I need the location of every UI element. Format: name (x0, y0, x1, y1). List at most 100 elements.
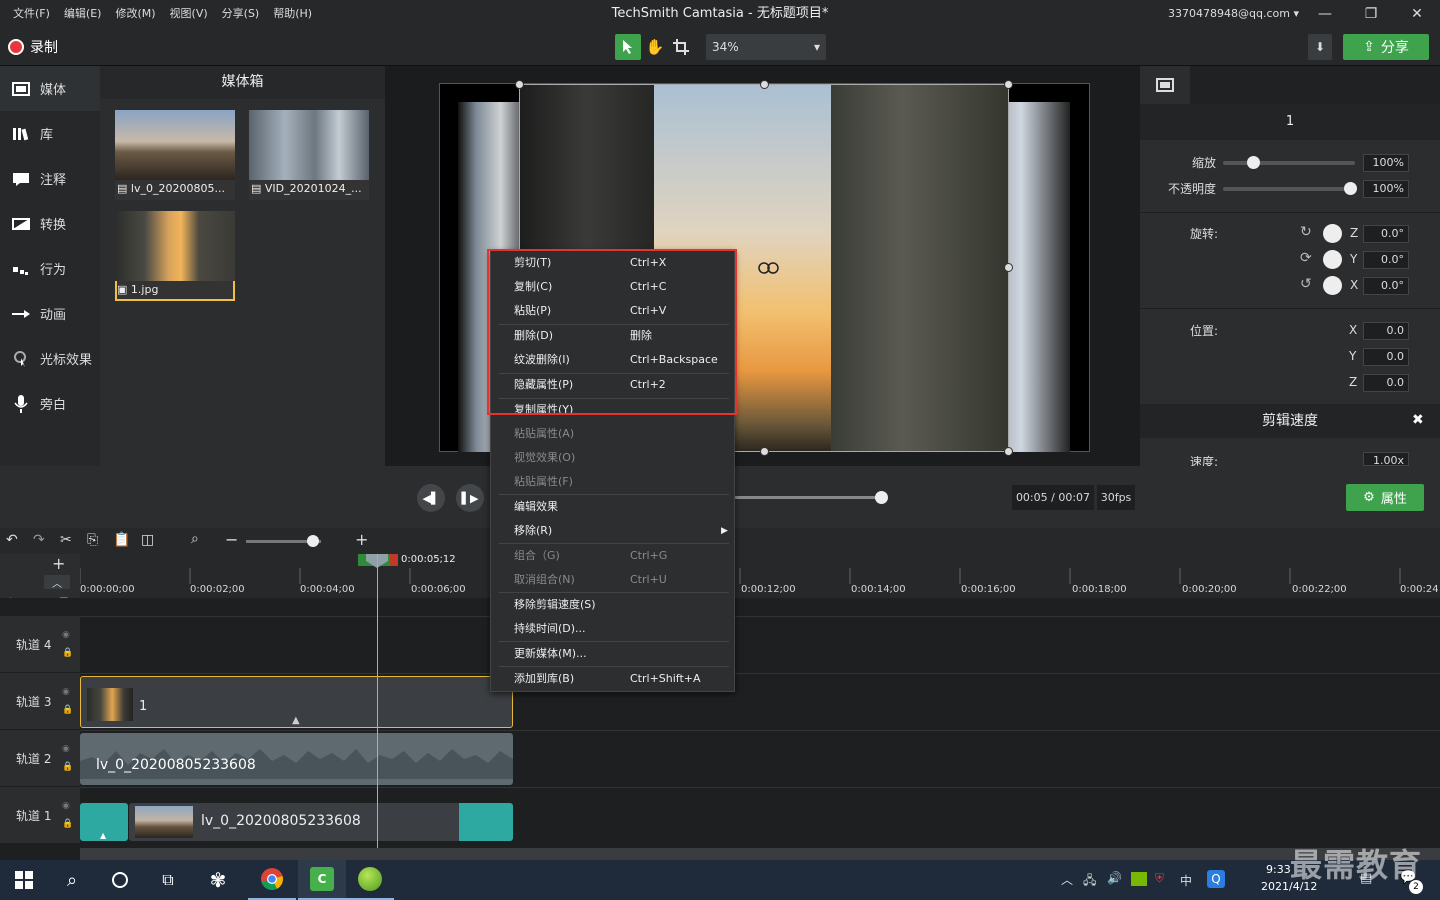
transition-clip[interactable]: ▲ (80, 803, 128, 841)
visual-properties-tab[interactable] (1140, 66, 1190, 104)
minimize-button[interactable]: — (1302, 0, 1348, 28)
undo-icon[interactable]: ↶ (6, 532, 18, 548)
position-x-input[interactable]: 0.0 (1363, 322, 1409, 340)
zoom-in-icon[interactable]: + (355, 530, 368, 549)
share-button[interactable]: ⇪ 分享 (1343, 34, 1429, 60)
sidebar-item-animations[interactable]: 动画 (0, 291, 100, 336)
lock-icon[interactable]: 🔒 (62, 762, 73, 772)
select-tool-button[interactable] (615, 34, 641, 60)
expand-icon[interactable]: ▲ (292, 715, 300, 726)
menu-modify[interactable]: 修改(M) (108, 0, 162, 28)
opacity-slider[interactable] (1223, 182, 1357, 195)
eye-icon[interactable]: ◉ (62, 687, 70, 697)
rotation-dial[interactable] (1323, 224, 1342, 243)
timeline-ruler[interactable]: 0:00:00;00 0:00:02;00 0:00:04;00 0:00:06… (80, 554, 1440, 598)
qq-icon[interactable]: Q (1207, 870, 1225, 888)
play-button[interactable]: ▌▶ (456, 484, 484, 512)
close-button[interactable]: ✕ (1394, 0, 1440, 28)
transition-clip[interactable] (459, 803, 513, 841)
security-shield-icon[interactable]: ⛨ (1155, 871, 1164, 886)
nvidia-icon[interactable] (1131, 872, 1147, 886)
sidebar-item-library[interactable]: 库 (0, 111, 100, 156)
menu-view[interactable]: 视图(V) (163, 0, 215, 28)
menu-edit[interactable]: 编辑(E) (57, 0, 109, 28)
resize-handle[interactable] (1004, 263, 1013, 272)
speed-input[interactable]: 1.00x (1363, 452, 1409, 467)
menu-item-edit-effects[interactable]: 编辑效果 (491, 495, 736, 519)
slider-knob[interactable] (1344, 182, 1357, 195)
menu-item-update-media[interactable]: 更新媒体(M)... (491, 642, 736, 666)
copy-icon[interactable]: ⎘ (87, 532, 98, 548)
crop-tool-button[interactable] (668, 34, 694, 60)
sidebar-item-cursor-effects[interactable]: 光标效果 (0, 336, 100, 381)
search-button[interactable]: ⌕ (48, 860, 96, 900)
track-header-2[interactable]: 轨道 2 ◉ 🔒 (0, 730, 80, 787)
position-y-input[interactable]: 0.0 (1363, 348, 1409, 366)
menu-help[interactable]: 帮助(H) (266, 0, 319, 28)
slider-knob[interactable] (307, 535, 319, 547)
step-back-button[interactable]: ◀▌ (417, 484, 445, 512)
rotation-x-input[interactable]: 0.0° (1363, 277, 1409, 295)
collapse-icon[interactable]: ︿ (44, 575, 70, 590)
range-end-handle[interactable] (390, 554, 398, 566)
sidebar-item-media[interactable]: 媒体 (0, 66, 100, 111)
cut-icon[interactable]: ✂ (60, 532, 72, 548)
menu-item-duration[interactable]: 持续时间(D)... (491, 617, 736, 641)
rotation-z-input[interactable]: 0.0° (1363, 225, 1409, 243)
camtasia-button[interactable]: C (298, 860, 346, 900)
video-clip[interactable]: lv_0_20200805233608 (129, 803, 513, 841)
scrub-knob[interactable] (875, 491, 888, 504)
cortana-button[interactable] (96, 860, 144, 900)
image-clip[interactable]: 1 ▲ (80, 676, 513, 728)
scale-slider[interactable] (1223, 156, 1355, 169)
add-track-icon[interactable]: + (52, 554, 65, 573)
menu-file[interactable]: 文件(F) (6, 0, 57, 28)
track-header-4[interactable]: 轨道 4 ◉ 🔒 (0, 616, 80, 673)
clock-time[interactable]: 9:33 (1266, 863, 1291, 876)
ime-indicator[interactable]: 中 (1180, 872, 1192, 889)
menu-item-remove[interactable]: 移除(R) ▶ (491, 519, 736, 543)
restore-button[interactable]: ❐ (1348, 0, 1394, 28)
resize-handle[interactable] (515, 80, 524, 89)
volume-icon[interactable]: 🔊 (1107, 871, 1122, 885)
media-item[interactable]: ▤ lv_0_20200805... (115, 110, 235, 200)
resize-handle[interactable] (760, 80, 769, 89)
track-header-3[interactable]: 轨道 3 ◉ 🔒 (0, 673, 80, 730)
position-z-input[interactable]: 0.0 (1363, 374, 1409, 392)
eye-icon[interactable]: ◉ (62, 744, 70, 754)
pan-tool-button[interactable]: ✋ (642, 34, 668, 60)
menu-share[interactable]: 分享(S) (215, 0, 267, 28)
close-icon[interactable]: ✖ (1412, 412, 1424, 428)
scale-input[interactable]: 100% (1363, 154, 1409, 172)
task-view-button[interactable]: ⧉ (144, 860, 192, 900)
properties-button[interactable]: ⚙ 属性 (1346, 484, 1424, 511)
user-account[interactable]: 3370478948@qq.com ▾ (1168, 0, 1299, 28)
paste-icon[interactable]: 📋 (113, 532, 130, 548)
lock-icon[interactable]: 🔒 (62, 648, 73, 658)
media-item-selected[interactable]: ▣ 1.jpg (115, 211, 235, 301)
split-icon[interactable]: ◫ (141, 532, 154, 548)
resize-handle[interactable] (1004, 80, 1013, 89)
lock-icon[interactable]: 🔒 (62, 705, 73, 715)
windows-start-button[interactable] (0, 860, 48, 900)
sidebar-item-behaviors[interactable]: 行为 (0, 246, 100, 291)
tray-expand-icon[interactable]: ︿ (1061, 871, 1073, 888)
slider-knob[interactable] (1247, 156, 1260, 169)
audio-clip[interactable]: lv_0_20200805233608 (80, 733, 513, 785)
rotation-y-input[interactable]: 0.0° (1363, 251, 1409, 269)
rotation-dial[interactable] (1323, 276, 1342, 295)
opacity-input[interactable]: 100% (1363, 180, 1409, 198)
zoom-out-icon[interactable]: − (225, 530, 238, 549)
scrub-bar[interactable] (735, 496, 881, 499)
track-header-1[interactable]: 轨道 1 ◉ 🔒 (0, 787, 80, 844)
chrome-button[interactable] (248, 860, 296, 900)
resize-handle[interactable] (1004, 447, 1013, 456)
download-button[interactable]: ⬇ (1308, 34, 1332, 60)
rotation-dial[interactable] (1323, 250, 1342, 269)
zoom-select[interactable]: 34% ▾ (706, 34, 826, 60)
menu-item-add-to-library[interactable]: 添加到库(B) Ctrl+Shift+A (491, 667, 736, 691)
record-button[interactable]: 录制 (8, 37, 58, 57)
resize-handle[interactable] (760, 447, 769, 456)
menu-item-remove-clip-speed[interactable]: 移除剪辑速度(S) (491, 593, 736, 617)
sidebar-item-annotations[interactable]: 注释 (0, 156, 100, 201)
